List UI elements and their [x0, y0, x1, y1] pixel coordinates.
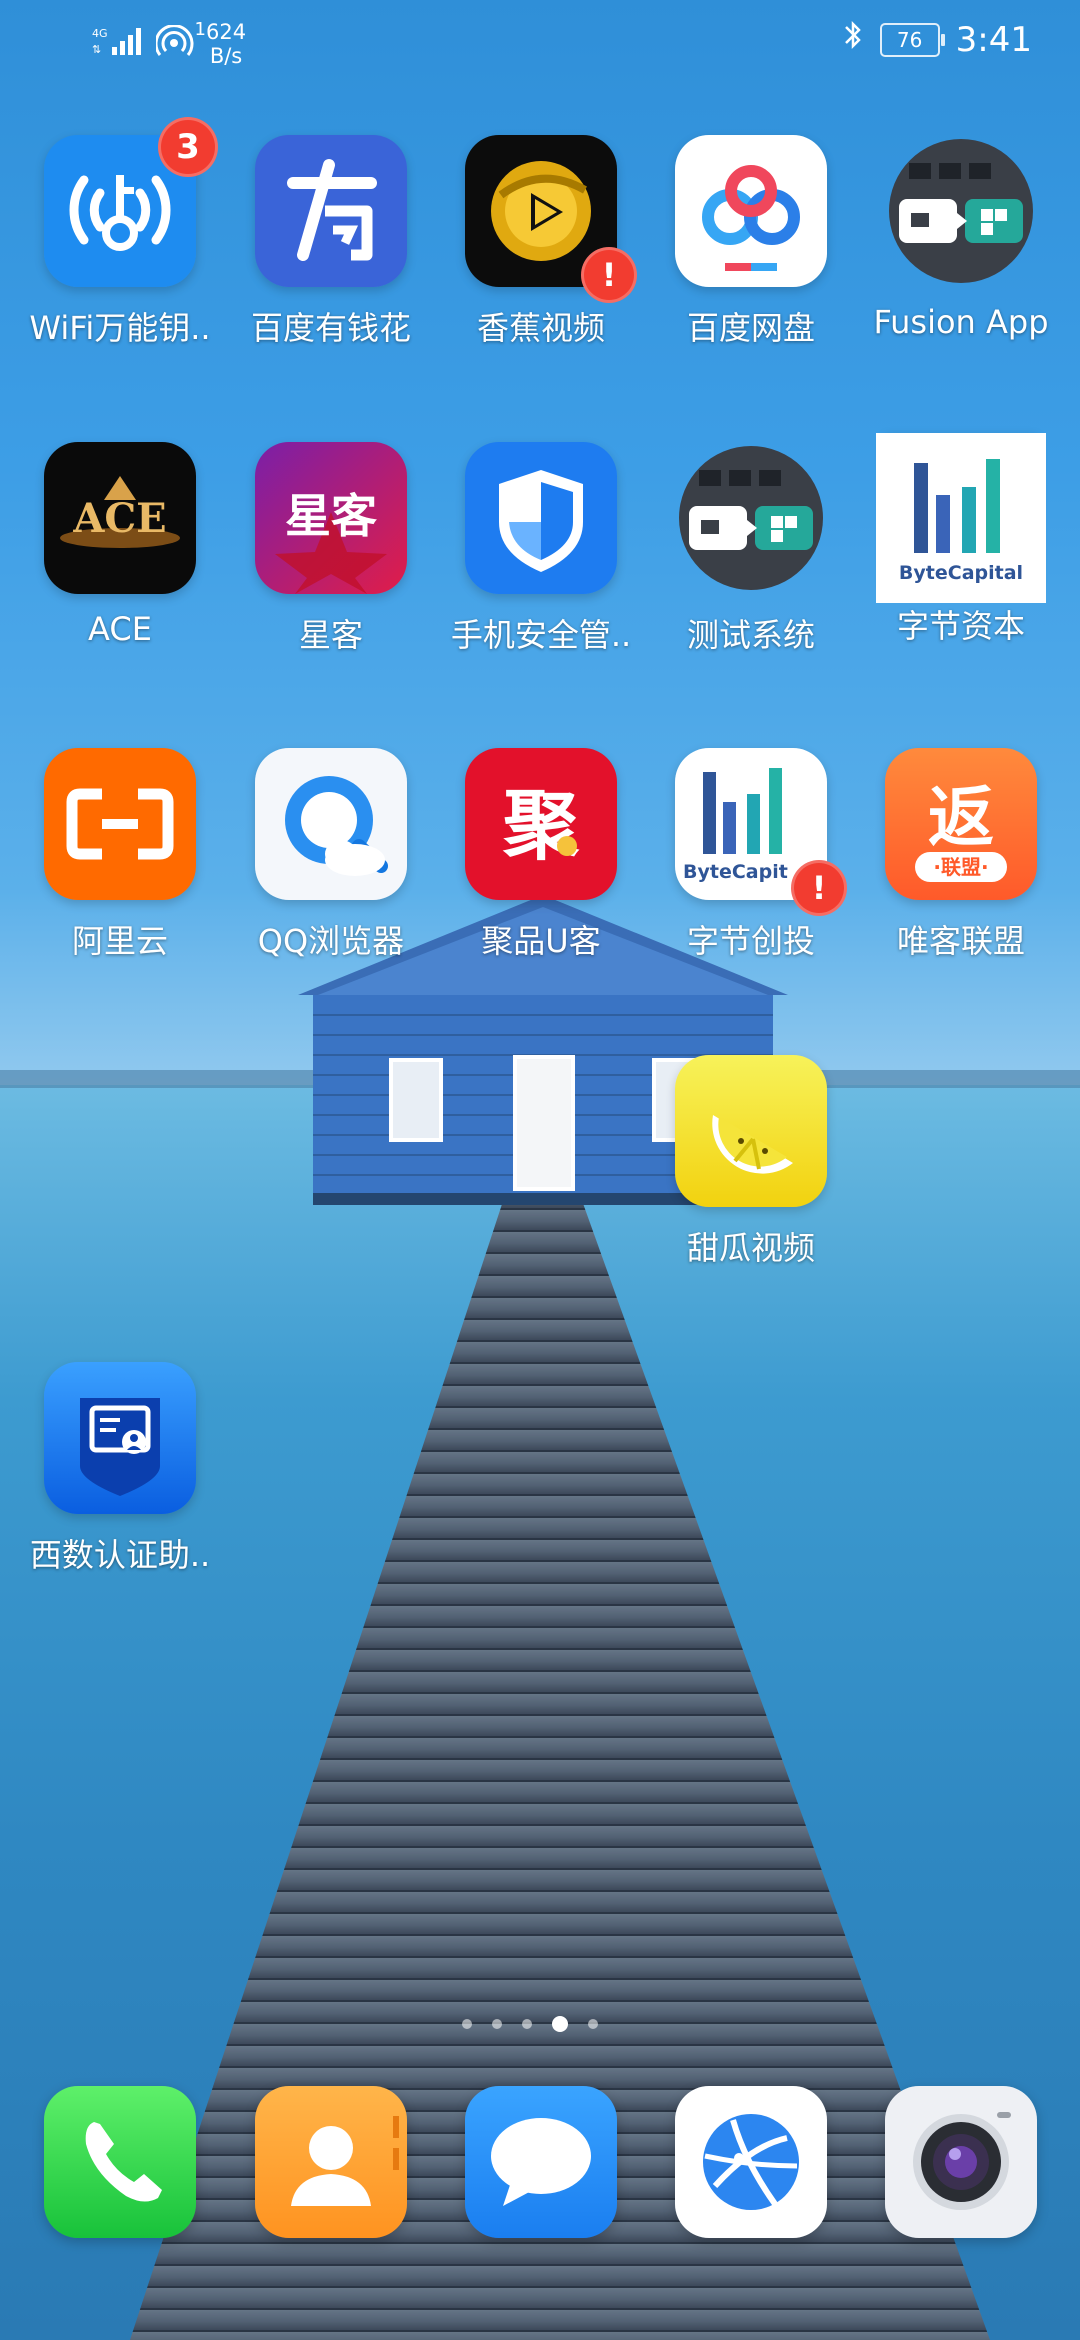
svg-text:4G: 4G: [92, 27, 108, 40]
bytecapital-ventures-icon: ByteCapit !: [675, 748, 847, 916]
dock-phone[interactable]: [15, 2086, 225, 2238]
weike-icon: 返 ·联盟·: [885, 748, 1037, 900]
id-verify-icon: [44, 1362, 196, 1514]
app-label: Fusion App: [873, 303, 1049, 341]
page-dot[interactable]: [462, 2019, 472, 2029]
dock-contacts[interactable]: [226, 2086, 436, 2238]
app-label: 西数认证助..: [29, 1536, 211, 1574]
wifi-key-icon: 3: [44, 117, 218, 287]
status-bar: 4G ⇅ 1 624 B/s 76 3:41: [0, 0, 1080, 80]
messages-icon: [465, 2086, 617, 2238]
network-speed: 624 B/s: [206, 20, 246, 68]
phone-icon: [44, 2086, 196, 2238]
svg-text:ByteCapital: ByteCapital: [899, 562, 1023, 584]
signal-icon: 4G ⇅: [90, 25, 146, 63]
app-label: 字节资本: [896, 607, 1025, 645]
contacts-icon: [255, 2086, 407, 2238]
app-xingke[interactable]: 星客 星客: [226, 442, 436, 656]
camera-icon: [885, 2086, 1037, 2238]
notification-badge: !: [791, 860, 847, 916]
page-dot[interactable]: [588, 2019, 598, 2029]
page-dot[interactable]: [522, 2019, 532, 2029]
svg-text:星客: 星客: [285, 489, 377, 543]
dock-messages[interactable]: [436, 2086, 646, 2238]
app-banana-video[interactable]: ! 香蕉视频: [436, 135, 646, 349]
svg-text:返: 返: [928, 779, 994, 856]
app-label: 百度有钱花: [250, 309, 411, 347]
app-ace[interactable]: ACE ACE: [15, 442, 225, 648]
speed-unit: B/s: [209, 44, 243, 68]
app-fusion[interactable]: Fusion App: [856, 135, 1066, 341]
svg-text:ACE: ACE: [72, 495, 166, 542]
app-baidu-youqianhua[interactable]: 百度有钱花: [226, 135, 436, 349]
page-indicator: [462, 2016, 598, 2032]
svg-text:·联盟·: ·联盟·: [933, 855, 988, 879]
melon-video-icon: [675, 1055, 827, 1207]
app-bytecapital[interactable]: ByteCapital 字节资本: [856, 433, 1066, 647]
app-aliyun[interactable]: 阿里云: [15, 748, 225, 962]
notification-badge: !: [581, 247, 637, 303]
battery-icon: 76: [879, 22, 945, 57]
banana-video-icon: !: [465, 135, 637, 303]
speed-value: 624: [206, 20, 247, 44]
app-jupin-uke[interactable]: 聚 聚品U客: [436, 748, 646, 962]
aliyun-icon: [44, 748, 196, 900]
battery-level: 76: [896, 27, 923, 52]
app-label: 甜瓜视频: [686, 1229, 815, 1267]
notification-badge: 3: [158, 117, 218, 177]
baidu-youqianhua-icon: [255, 135, 407, 287]
xingke-icon: 星客: [255, 442, 407, 594]
app-label: 唯客联盟: [896, 922, 1025, 960]
app-test-system[interactable]: 测试系统: [646, 442, 856, 656]
app-label: 百度网盘: [686, 309, 815, 347]
app-label: 聚品U客: [481, 922, 601, 960]
clock: 3:41: [955, 19, 1032, 60]
app-bytecapital-ventures[interactable]: ByteCapit ! 字节创投: [646, 748, 856, 962]
app-label: 香蕉视频: [476, 309, 605, 347]
app-weike-alliance[interactable]: 返 ·联盟· 唯客联盟: [856, 748, 1066, 962]
app-label: QQ浏览器: [257, 922, 405, 960]
app-xishu-auth[interactable]: 西数认证助..: [15, 1362, 225, 1576]
app-label: WiFi万能钥..: [29, 309, 211, 347]
wallpaper: [0, 0, 1080, 2340]
app-label: 测试系统: [686, 616, 815, 654]
app-wifi-master[interactable]: 3 WiFi万能钥..: [15, 117, 225, 349]
svg-text:⇅: ⇅: [92, 43, 101, 56]
page-dot[interactable]: [492, 2019, 502, 2029]
dock-browser[interactable]: [646, 2086, 856, 2238]
svg-text:ByteCapit: ByteCapit: [683, 861, 788, 883]
bytecapital-icon: ByteCapital: [876, 433, 1046, 603]
app-qq-browser[interactable]: QQ浏览器: [226, 748, 436, 962]
svg-text:聚: 聚: [502, 781, 580, 870]
jupin-icon: 聚: [465, 748, 617, 900]
app-label: ACE: [88, 610, 152, 648]
app-baidu-netdisk[interactable]: 百度网盘: [646, 135, 856, 349]
hotspot-count: 1: [194, 19, 206, 40]
baidu-netdisk-icon: [675, 135, 827, 287]
app-label: 阿里云: [71, 922, 168, 960]
app-phone-security[interactable]: 手机安全管..: [436, 442, 646, 656]
hotspot-icon: 1: [154, 19, 206, 63]
app-label: 手机安全管..: [450, 616, 632, 654]
browser-icon: [675, 2086, 827, 2238]
fusion-app-icon: [885, 135, 1037, 287]
app-melon-video[interactable]: 甜瓜视频: [646, 1055, 856, 1269]
test-system-icon: [675, 442, 827, 594]
bluetooth-icon: [842, 18, 864, 61]
page-dot-active[interactable]: [552, 2016, 568, 2032]
qq-browser-icon: [255, 748, 407, 900]
app-label: 字节创投: [686, 922, 815, 960]
ace-icon: ACE: [44, 442, 196, 594]
dock-camera[interactable]: [856, 2086, 1066, 2238]
app-label: 星客: [298, 616, 363, 654]
shield-icon: [465, 442, 617, 594]
